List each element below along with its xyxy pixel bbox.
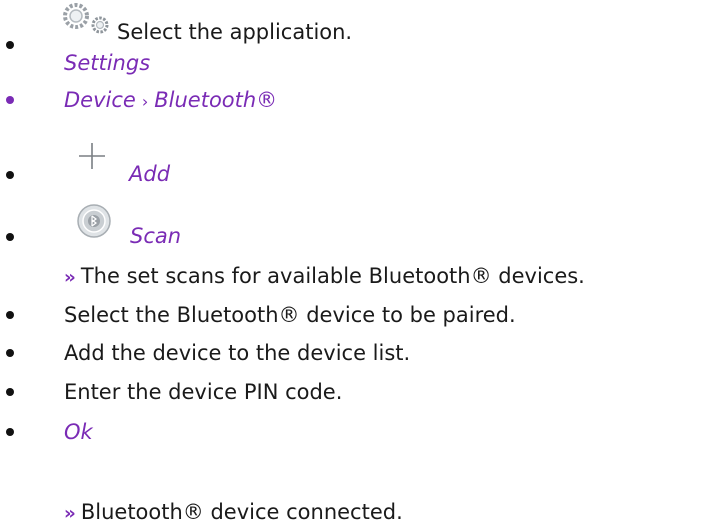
menu-bluetooth: Bluetooth® (154, 88, 278, 112)
button-ok: Ok (64, 420, 93, 444)
result-line: ›› The set scans for available Bluetooth®… (64, 263, 585, 291)
bullet (6, 41, 14, 49)
result-line: ›› Bluetooth® device connected. (64, 499, 403, 527)
bullet (6, 388, 14, 396)
gears-icon (63, 3, 109, 34)
path-separator: › (141, 92, 149, 111)
bullet (6, 171, 14, 179)
menu-path: Device › Bluetooth® (64, 87, 277, 115)
step-text: Add the device to the device list. (64, 341, 411, 365)
step-text: Enter the device PIN code. (64, 380, 343, 404)
bullet (6, 428, 14, 436)
bullet (6, 311, 14, 319)
button-add: Add (129, 162, 171, 186)
result-text: Bluetooth® device connected. (80, 500, 403, 524)
button-scan: Scan (130, 224, 182, 248)
bullet (6, 233, 14, 241)
result-marker: ›› (64, 503, 76, 524)
bullet (6, 349, 14, 357)
bluetooth-scan-icon (77, 204, 111, 238)
menu-settings: Settings (64, 51, 151, 75)
menu-device: Device (64, 88, 136, 112)
plus-icon (79, 143, 105, 169)
step-text: Select the application. (117, 20, 353, 44)
result-text: The set scans for available Bluetooth® d… (80, 264, 585, 288)
step-text: Select the Bluetooth® device to be paire… (64, 303, 516, 327)
result-marker: ›› (64, 267, 76, 288)
bullet (6, 96, 14, 104)
instruction-page: Select the application. Settings Device ›… (0, 0, 712, 531)
